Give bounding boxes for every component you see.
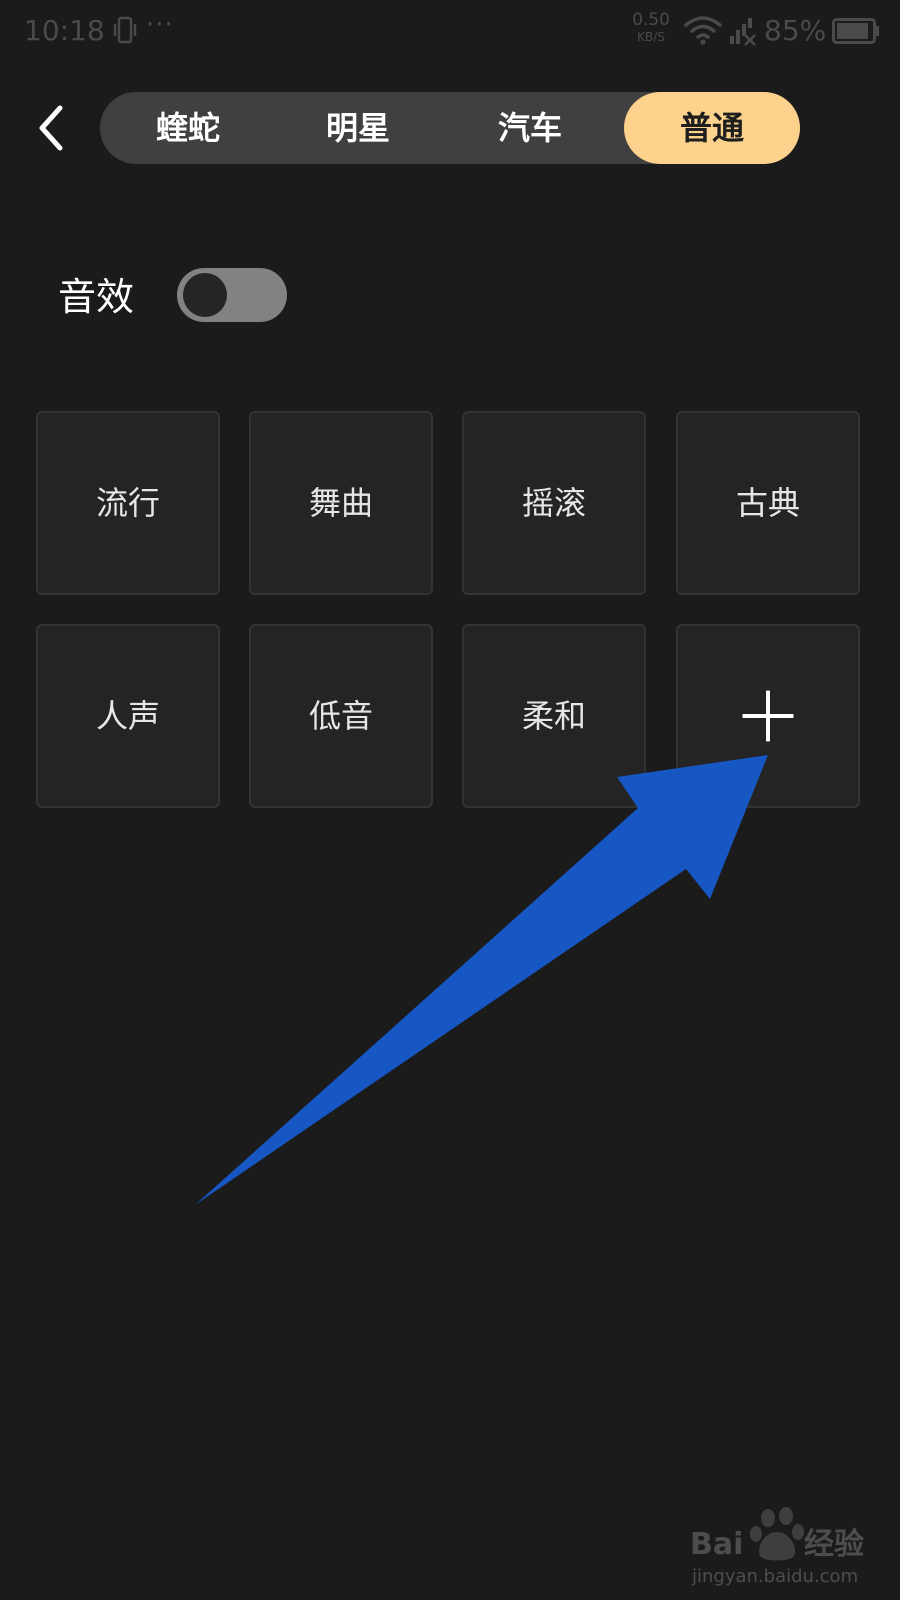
svg-text:经验: 经验	[804, 1527, 864, 1562]
svg-text:Bai: Bai	[690, 1527, 743, 1562]
sound-effect-toggle[interactable]	[177, 268, 287, 322]
preset-vocal[interactable]: 人声	[36, 624, 220, 808]
toggle-knob	[183, 273, 227, 317]
preset-label: 人声	[95, 697, 160, 735]
tab-viper[interactable]: 蝰蛇	[100, 92, 276, 164]
network-speed-value: 0.50	[632, 10, 670, 30]
status-time: 10:18	[24, 14, 105, 47]
baidu-jingyan-watermark: Bai 经验 jingyan.baidu.com	[690, 1507, 864, 1587]
back-button[interactable]	[26, 96, 78, 160]
preset-label: 古典	[735, 484, 800, 522]
sound-effect-label: 音效	[58, 275, 135, 319]
network-speed: 0.50 KB/S	[628, 10, 674, 44]
preset-label: 舞曲	[308, 484, 373, 522]
battery-icon	[832, 18, 879, 44]
wifi-icon	[684, 16, 722, 45]
preset-pop[interactable]: 流行	[36, 411, 220, 595]
signal-icon	[730, 18, 756, 46]
tab-star[interactable]: 明星	[270, 92, 446, 164]
tab-car[interactable]: 汽车	[442, 92, 618, 164]
network-speed-unit: KB/S	[637, 30, 665, 44]
status-bar: 10:18 ··· 0.50 KB/S 85%	[0, 0, 900, 64]
preset-soft[interactable]: 柔和	[462, 624, 646, 808]
plus-icon	[742, 690, 794, 742]
battery-percent: 85%	[764, 14, 827, 47]
chevron-left-icon	[39, 105, 63, 151]
preset-label: 流行	[95, 484, 160, 522]
more-dots-icon: ···	[146, 10, 174, 40]
effect-category-tabs: 蝰蛇 明星 汽车 普通	[100, 92, 800, 164]
preset-rock[interactable]: 摇滚	[462, 411, 646, 595]
preset-bass[interactable]: 低音	[249, 624, 433, 808]
tab-normal[interactable]: 普通	[624, 92, 800, 164]
preset-label: 柔和	[521, 697, 586, 735]
preset-classical[interactable]: 古典	[676, 411, 860, 595]
svg-text:jingyan.baidu.com: jingyan.baidu.com	[691, 1566, 858, 1587]
preset-label: 低音	[308, 697, 373, 735]
add-preset-button[interactable]	[676, 624, 860, 808]
preset-label: 摇滚	[521, 484, 586, 522]
preset-dance[interactable]: 舞曲	[249, 411, 433, 595]
vibrate-icon	[113, 16, 137, 44]
